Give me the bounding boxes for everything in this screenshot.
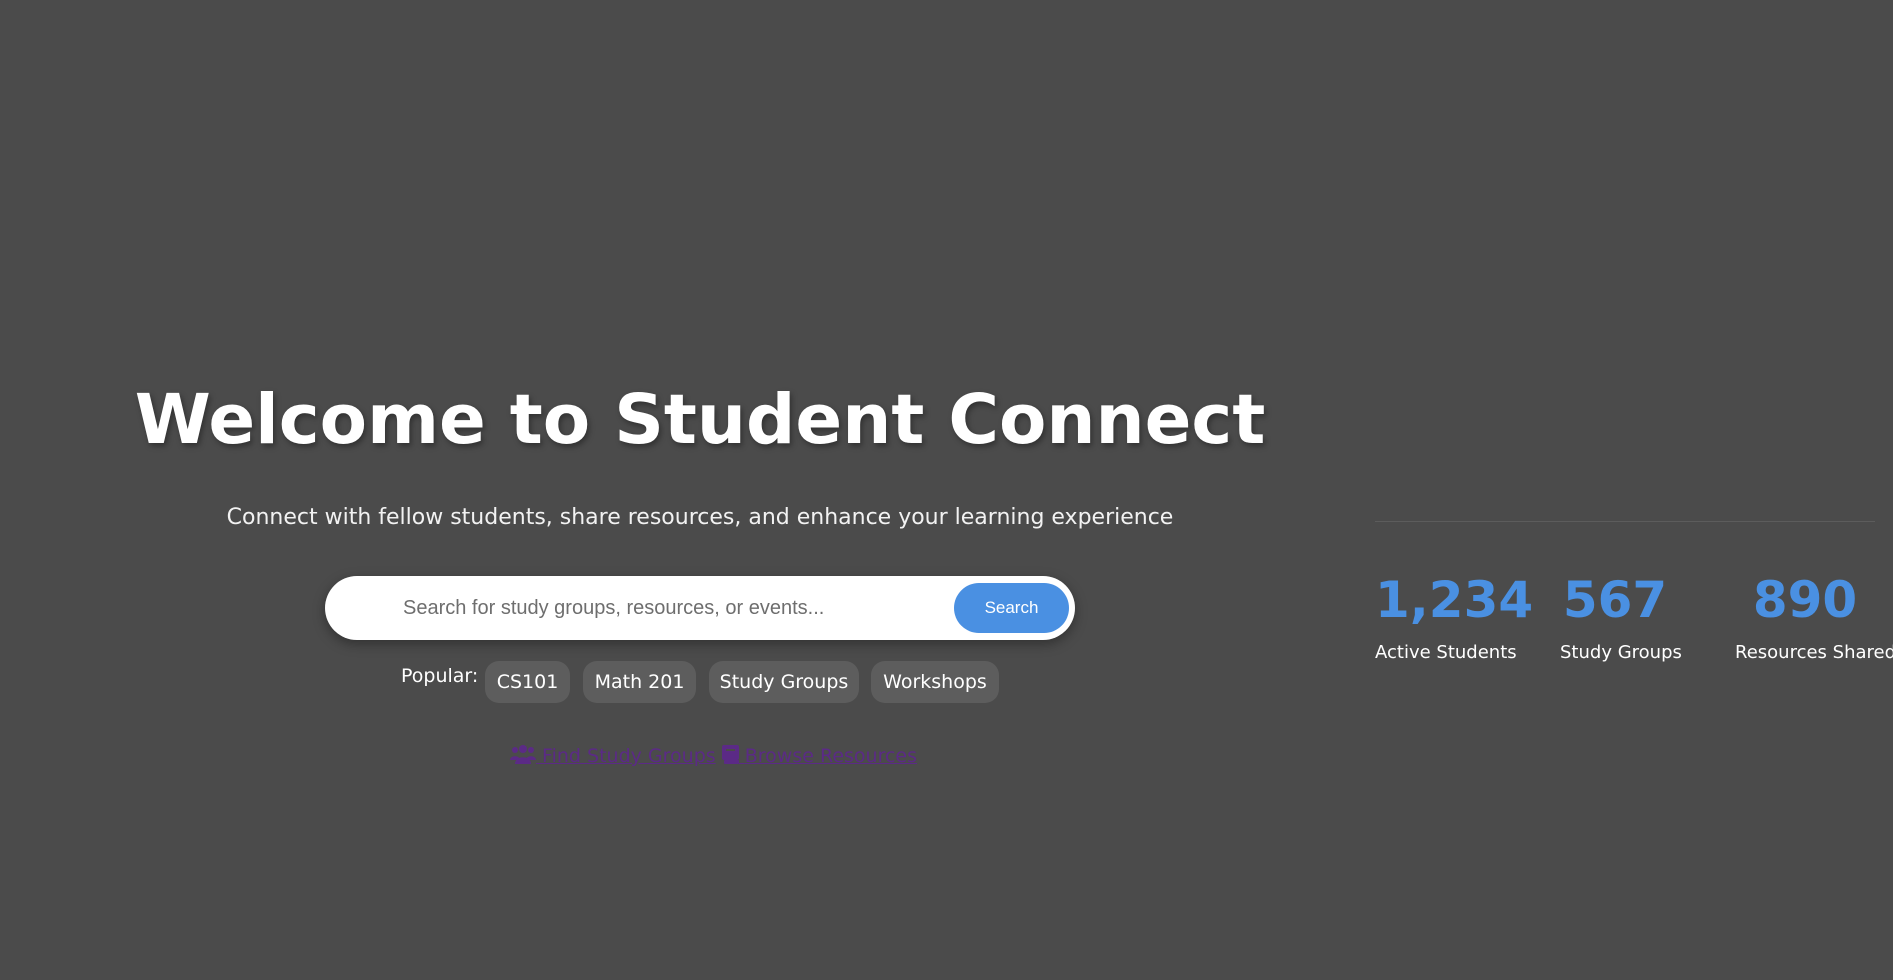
stat-value: 890 bbox=[1752, 571, 1858, 629]
stats-panel: 1,234 Active Students 567 Study Groups 8… bbox=[1375, 520, 1893, 720]
stats-divider bbox=[1375, 521, 1875, 522]
hero-section: Welcome to Student Connect Connect with … bbox=[0, 0, 1400, 980]
quick-links: Find Study Groups Browse Resources bbox=[510, 745, 917, 769]
popular-tag-cs101[interactable]: CS101 bbox=[485, 661, 570, 703]
book-icon bbox=[721, 745, 739, 769]
users-icon bbox=[510, 745, 536, 769]
page-subtitle: Connect with fellow students, share reso… bbox=[226, 505, 1174, 530]
popular-label: Popular: bbox=[401, 665, 479, 687]
page-title: Welcome to Student Connect bbox=[134, 380, 1266, 460]
popular-tag-study-groups[interactable]: Study Groups bbox=[709, 661, 859, 703]
browse-resources-label: Browse Resources bbox=[744, 745, 918, 767]
find-study-groups-link[interactable]: Find Study Groups bbox=[510, 745, 716, 767]
browse-resources-link[interactable]: Browse Resources bbox=[721, 745, 918, 769]
search-input[interactable] bbox=[403, 576, 943, 640]
stat-label: Resources Shared bbox=[1735, 642, 1893, 663]
stat-study-groups: 567 Study Groups bbox=[1560, 570, 1682, 663]
popular-tag-workshops[interactable]: Workshops bbox=[871, 661, 999, 703]
search-bar: Search bbox=[325, 576, 1075, 640]
stat-label: Active Students bbox=[1375, 642, 1517, 663]
stat-label: Study Groups bbox=[1560, 642, 1682, 663]
stat-value: 1,234 bbox=[1375, 571, 1534, 629]
stat-resources-shared: 890 Resources Shared bbox=[1735, 570, 1893, 663]
search-button[interactable]: Search bbox=[954, 583, 1069, 633]
popular-tag-math-201[interactable]: Math 201 bbox=[583, 661, 696, 703]
stat-value: 567 bbox=[1562, 571, 1668, 629]
find-study-groups-label: Find Study Groups bbox=[542, 745, 716, 767]
stat-active-students: 1,234 Active Students bbox=[1375, 570, 1534, 663]
